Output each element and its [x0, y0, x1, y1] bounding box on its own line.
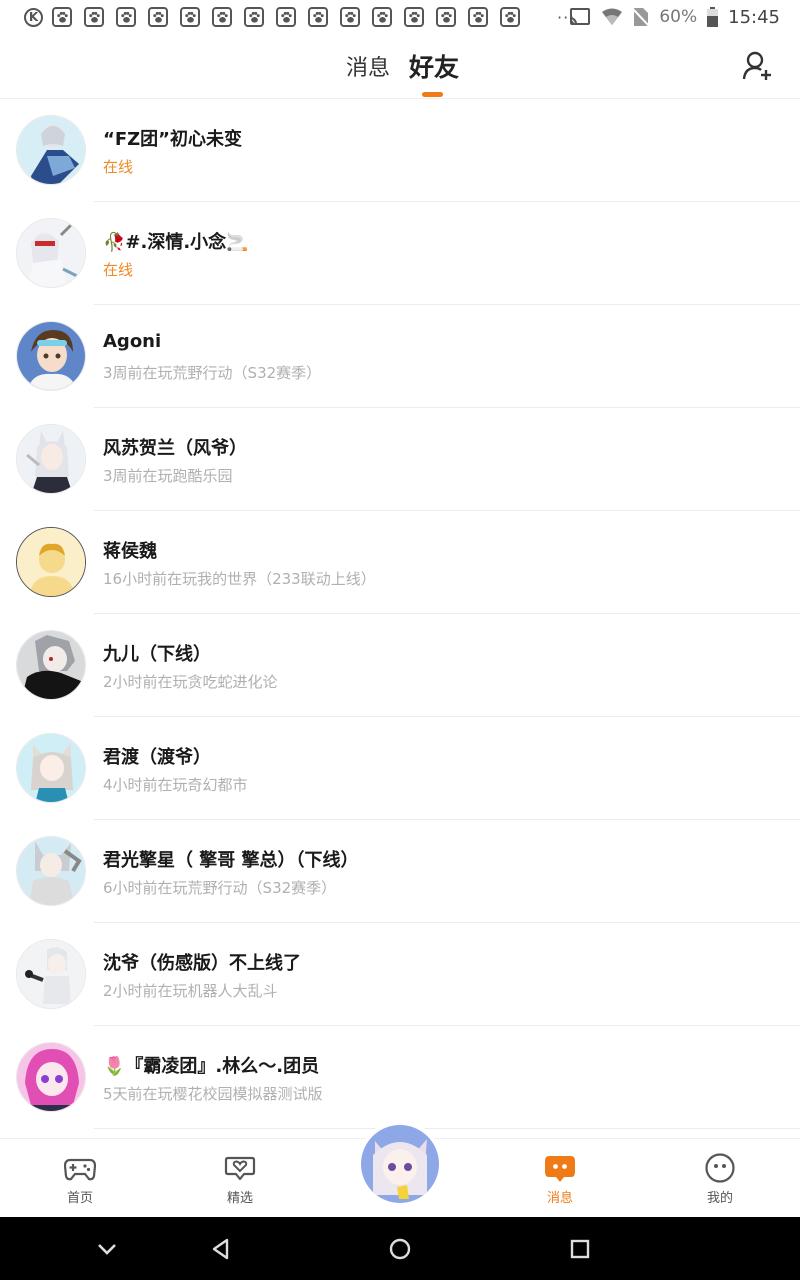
no-sim-icon	[633, 8, 650, 27]
friend-status: 在线	[103, 261, 134, 279]
paw-icon	[500, 7, 520, 27]
friend-status: 3周前在玩荒野行动（S32赛季）	[103, 364, 322, 382]
friend-name: 君光擎星（ 擎哥 擎总）（下线）	[103, 850, 359, 871]
friend-status: 2小时前在玩贪吃蛇进化论	[103, 673, 278, 691]
friend-name: 蒋侯魏	[103, 541, 157, 562]
divider	[94, 1128, 800, 1129]
tab-friends[interactable]: 好友	[409, 48, 459, 84]
nav-featured-label: 精选	[226, 1191, 253, 1206]
friend-status: 2小时前在玩机器人大乱斗	[103, 982, 278, 1000]
paw-icon	[212, 7, 232, 27]
friend-row[interactable]: 蒋侯魏 16小时前在玩我的世界（233联动上线）	[0, 511, 800, 614]
avatar[interactable]	[16, 424, 86, 494]
friend-status: 在线	[103, 158, 134, 176]
friend-name: 九儿（下线）	[103, 644, 211, 665]
friend-row[interactable]: 🌷『霸凌团』.林么〜.团员 5天前在玩樱花校园模拟器测试版	[0, 1026, 800, 1129]
notification-icons: K ···	[0, 7, 575, 27]
paw-icon	[404, 7, 424, 27]
gamepad-icon	[64, 1158, 96, 1181]
home-icon[interactable]	[387, 1236, 413, 1262]
friend-row[interactable]: 君渡（渡爷） 4小时前在玩奇幻都市	[0, 717, 800, 820]
system-indicators: 60% 15:45	[569, 0, 780, 34]
nav-me-label: 我的	[706, 1191, 733, 1206]
friend-row[interactable]: 风苏贺兰（风爷） 3周前在玩跑酷乐园	[0, 408, 800, 511]
friend-name: 君渡（渡爷）	[103, 747, 211, 768]
friend-name: 🥀#.深情.小念🚬	[103, 232, 249, 253]
avatar[interactable]	[16, 836, 86, 906]
avatar[interactable]	[16, 1042, 86, 1112]
system-nav-bar	[0, 1217, 800, 1280]
status-bar: K ··· 60% 15:45	[0, 0, 800, 34]
avatar[interactable]	[16, 630, 86, 700]
avatar[interactable]	[16, 115, 86, 185]
friend-name: 沈爷（伤感版）不上线了	[103, 953, 301, 974]
collapse-icon[interactable]	[94, 1236, 120, 1262]
avatar[interactable]	[16, 527, 86, 597]
paw-icon	[180, 7, 200, 27]
clock: 15:45	[728, 6, 780, 28]
friend-row[interactable]: 🥀#.深情.小念🚬 在线	[0, 202, 800, 305]
avatar[interactable]	[16, 939, 86, 1009]
avatar[interactable]	[16, 218, 86, 288]
battery-icon	[707, 7, 719, 27]
friend-status: 6小时前在玩荒野行动（S32赛季）	[103, 879, 337, 897]
recents-icon[interactable]	[567, 1236, 593, 1262]
center-avatar-button[interactable]	[361, 1125, 439, 1203]
friend-row[interactable]: “FZ团”初心未变 在线	[0, 99, 800, 202]
friend-status: 5天前在玩樱花校园模拟器测试版	[103, 1085, 323, 1103]
friend-status: 4小时前在玩奇幻都市	[103, 776, 248, 794]
active-tab-indicator	[422, 92, 443, 97]
paw-icon	[52, 7, 72, 27]
face-icon	[705, 1153, 735, 1183]
friend-name: “FZ团”初心未变	[103, 129, 243, 150]
friend-name: 风苏贺兰（风爷）	[103, 438, 247, 459]
message-icon	[545, 1156, 575, 1182]
paw-icon	[84, 7, 104, 27]
friend-status: 3周前在玩跑酷乐园	[103, 467, 233, 485]
paw-icon	[340, 7, 360, 27]
paw-icon	[276, 7, 296, 27]
k-badge-icon: K	[24, 7, 43, 27]
nav-home[interactable]: 首页	[20, 1139, 140, 1218]
paw-icon	[308, 7, 328, 27]
friend-row[interactable]: Agoni 3周前在玩荒野行动（S32赛季）	[0, 305, 800, 408]
paw-icon	[436, 7, 456, 27]
avatar[interactable]	[16, 733, 86, 803]
paw-icon	[148, 7, 168, 27]
paw-icon	[244, 7, 264, 27]
battery-percent: 60%	[659, 7, 698, 27]
tab-messages[interactable]: 消息	[346, 50, 390, 82]
friend-row[interactable]: 沈爷（伤感版）不上线了 2小时前在玩机器人大乱斗	[0, 923, 800, 1026]
nav-featured[interactable]: 精选	[180, 1139, 300, 1218]
top-header: 消息 好友	[0, 34, 800, 99]
friend-name: Agoni	[103, 331, 162, 352]
back-icon[interactable]	[208, 1236, 234, 1262]
nav-messages-label: 消息	[546, 1191, 573, 1206]
paw-icon	[116, 7, 136, 27]
wifi-icon	[602, 8, 623, 25]
friend-status: 16小时前在玩我的世界（233联动上线）	[103, 570, 376, 588]
nav-home-label: 首页	[66, 1191, 93, 1206]
nav-messages[interactable]: 消息	[500, 1139, 620, 1218]
cast-icon	[570, 8, 591, 25]
paw-icon	[372, 7, 392, 27]
friend-row[interactable]: 君光擎星（ 擎哥 擎总）（下线） 6小时前在玩荒野行动（S32赛季）	[0, 820, 800, 923]
friend-list: “FZ团”初心未变 在线 🥀#.深情.小念🚬 在线 Agoni 3周前在玩荒野行…	[0, 99, 800, 1129]
nav-me[interactable]: 我的	[660, 1139, 780, 1218]
paw-icon	[468, 7, 488, 27]
friend-name: 🌷『霸凌团』.林么〜.团员	[103, 1056, 320, 1077]
add-friend-icon[interactable]	[742, 50, 774, 82]
heart-bubble-icon	[224, 1156, 256, 1181]
avatar[interactable]	[16, 321, 86, 391]
friend-row[interactable]: 九儿（下线） 2小时前在玩贪吃蛇进化论	[0, 614, 800, 717]
